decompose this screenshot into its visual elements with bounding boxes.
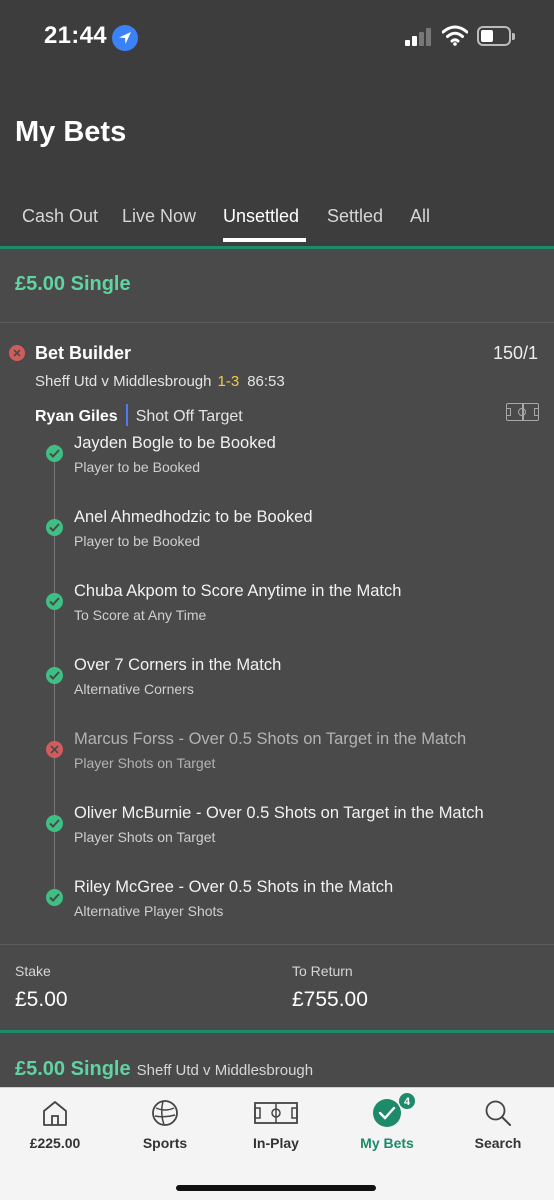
leg-title: Over 7 Corners in the Match (74, 656, 282, 674)
pitch-icon (254, 1102, 298, 1124)
stake-value: £5.00 (15, 988, 68, 1011)
nav-in-play-label: In-Play (253, 1135, 299, 1151)
stake-label: Stake (15, 963, 51, 979)
checkmark-icon (46, 667, 63, 684)
nav-search-label: Search (474, 1135, 522, 1151)
nav-my-bets-label: My Bets (360, 1135, 414, 1151)
match-info[interactable]: Sheff Utd v Middlesbrough 1-3 86:53 (35, 373, 285, 390)
leg-title: Riley McGree - Over 0.5 Shots in the Mat… (74, 878, 394, 896)
tab-live-now[interactable]: Live Now (122, 206, 196, 227)
bet-leg: Over 7 Corners in the Match Alternative … (0, 656, 554, 730)
nav-home[interactable]: £225.00 (0, 1088, 110, 1168)
checkmark-icon (46, 889, 63, 906)
nav-search[interactable]: Search (443, 1088, 553, 1168)
bet-header[interactable]: £5.00 Single (0, 249, 554, 323)
nav-my-bets[interactable]: 4 My Bets (332, 1088, 442, 1168)
checkmark-icon (46, 593, 63, 610)
location-arrow-icon (112, 25, 138, 51)
player-selection: Ryan Giles Shot Off Target (35, 404, 243, 428)
bet-leg: Riley McGree - Over 0.5 Shots in the Mat… (0, 878, 554, 952)
bet-divider (0, 1030, 554, 1033)
leg-title: Marcus Forss - Over 0.5 Shots on Target … (74, 730, 467, 748)
home-indicator[interactable] (176, 1185, 376, 1191)
bet-leg: Anel Ahmedhodzic to be Booked Player to … (0, 508, 554, 582)
tab-unsettled[interactable]: Unsettled (223, 206, 299, 227)
leg-market: Alternative Player Shots (74, 903, 224, 919)
match-clock: 86:53 (247, 373, 285, 390)
player-divider (125, 404, 128, 426)
home-icon (43, 1101, 67, 1126)
search-icon (485, 1100, 511, 1126)
match-score: 1-3 (217, 373, 240, 390)
player-market: Shot Off Target (135, 408, 243, 426)
tab-cash-out[interactable]: Cash Out (22, 206, 98, 227)
bet-tabs: Cash Out Live Now Unsettled Settled All (0, 196, 554, 246)
leg-title: Anel Ahmedhodzic to be Booked (74, 508, 313, 526)
leg-market: Player to be Booked (74, 459, 201, 475)
bet-leg: Jayden Bogle to be Booked Player to be B… (0, 434, 554, 508)
lost-x-icon (46, 741, 63, 758)
nav-sports-label: Sports (142, 1135, 188, 1151)
cellular-signal-icon (405, 28, 433, 46)
wifi-icon (442, 25, 468, 46)
return-value: £755.00 (292, 988, 368, 1011)
page-title: My Bets (15, 116, 127, 148)
leg-market: To Score at Any Time (74, 607, 207, 623)
leg-title: Chuba Akpom to Score Anytime in the Matc… (74, 582, 402, 600)
next-bet-match: Sheff Utd v Middlesbrough (136, 1062, 314, 1079)
pitch-icon[interactable] (506, 403, 539, 421)
checkmark-icon (46, 519, 63, 536)
bottom-nav: £225.00 Sports In-Play 4 My Bets Search (0, 1087, 554, 1200)
leg-title: Jayden Bogle to be Booked (74, 434, 276, 452)
next-bet-title: £5.00 Single (15, 1058, 131, 1080)
status-time: 21:44 (44, 22, 107, 49)
bet-leg: Marcus Forss - Over 0.5 Shots on Target … (0, 730, 554, 804)
bet-leg: Chuba Akpom to Score Anytime in the Matc… (0, 582, 554, 656)
checkmark-icon (46, 445, 63, 462)
bet-leg: Oliver McBurnie - Over 0.5 Shots on Targ… (0, 804, 554, 878)
return-label: To Return (292, 963, 353, 979)
bet-odds: 150/1 (492, 343, 538, 363)
battery-icon (477, 26, 515, 46)
next-bet-header[interactable]: £5.00 Single Sheff Utd v Middlesbrough (15, 1058, 313, 1081)
lost-x-icon (9, 345, 25, 361)
bet-type: Bet Builder (35, 343, 132, 363)
leg-market: Player to be Booked (74, 533, 201, 549)
nav-home-label: £225.00 (29, 1135, 81, 1151)
my-bets-badge: 4 (398, 1092, 416, 1110)
leg-market: Player Shots on Target (74, 829, 216, 845)
leg-market: Alternative Corners (74, 681, 194, 697)
checkmark-icon (46, 815, 63, 832)
active-tab-indicator (223, 238, 306, 242)
nav-in-play[interactable]: In-Play (221, 1088, 331, 1168)
football-icon (152, 1100, 178, 1126)
leg-title: Oliver McBurnie - Over 0.5 Shots on Targ… (74, 804, 484, 822)
tab-all[interactable]: All (410, 206, 430, 227)
bet-title: £5.00 Single (15, 273, 131, 295)
app-header: 21:44 My Bets Cash Out Live Now Unsettle… (0, 0, 554, 246)
match-name: Sheff Utd v Middlesbrough (35, 373, 212, 390)
stake-summary: Stake £5.00 To Return £755.00 (0, 944, 554, 1030)
leg-market: Player Shots on Target (74, 755, 216, 771)
tab-settled[interactable]: Settled (327, 206, 383, 227)
player-name: Ryan Giles (35, 408, 118, 426)
nav-sports[interactable]: Sports (110, 1088, 220, 1168)
